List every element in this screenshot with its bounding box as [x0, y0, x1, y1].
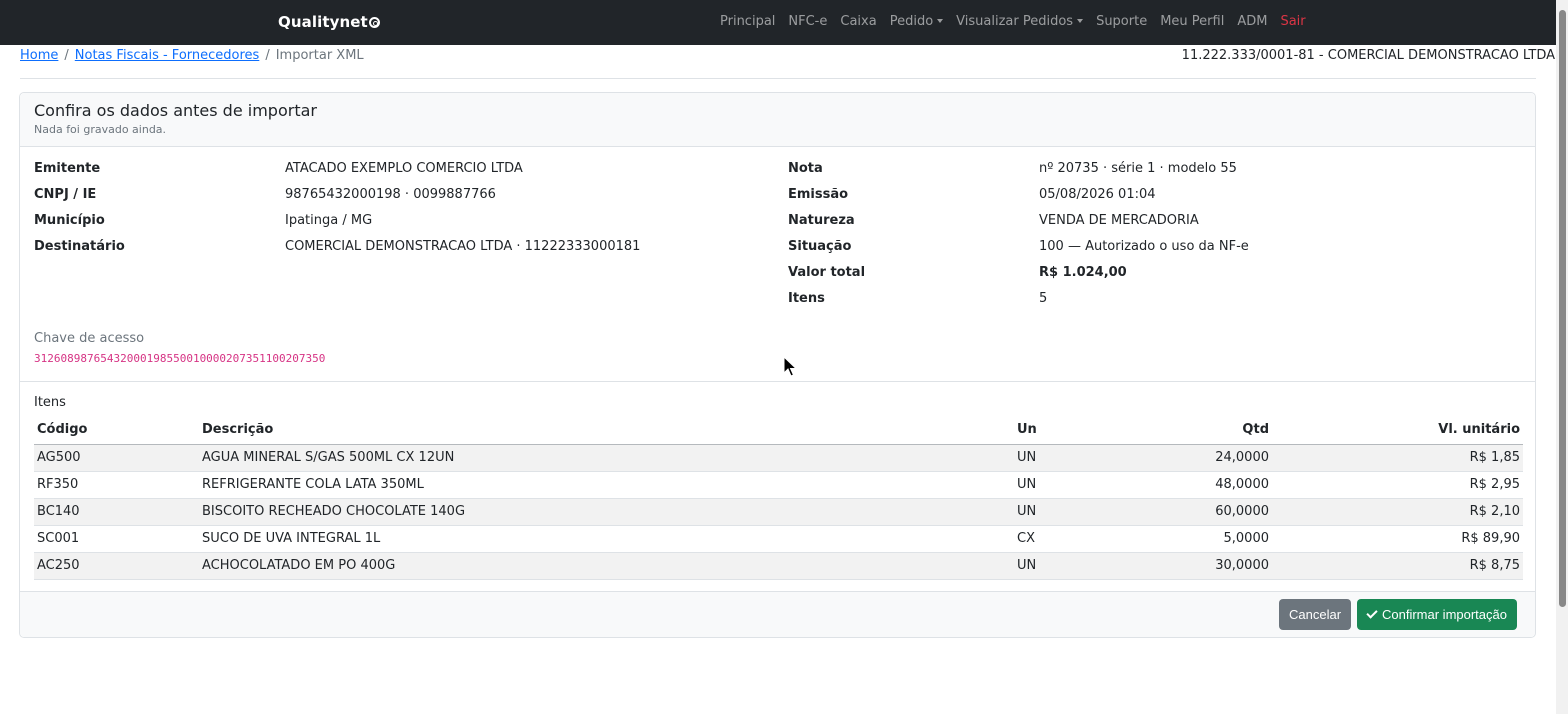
municipio-label: Município	[34, 213, 105, 228]
cell-descricao: ACHOCOLATADO EM PO 400G	[199, 552, 1014, 580]
nav-item-pedido-label: Pedido	[889, 14, 934, 29]
col-header-vl-unitario: Vl. unitário	[1272, 416, 1523, 445]
cnpj-value: 98765432000198 · 0099887766	[285, 187, 496, 202]
situacao-value: 100 — Autorizado o uso da NF-e	[1039, 239, 1249, 254]
cell-codigo: AG500	[34, 444, 199, 472]
cell-codigo: RF350	[34, 471, 199, 499]
breadcrumb: Home / Notas Fiscais - Fornecedores / Import…	[20, 48, 364, 63]
col-header-qtd: Qtd	[1164, 416, 1272, 445]
nota-value: nº 20735 · série 1 · modelo 55	[1039, 161, 1237, 176]
nav-item-caixa[interactable]: Caixa	[840, 14, 876, 29]
scrollbar-thumb[interactable]	[1559, 10, 1566, 607]
table-row: RF350 REFRIGERANTE COLA LATA 350ML UN 48…	[34, 471, 1523, 499]
cell-descricao: BISCOITO RECHEADO CHOCOLATE 140G	[199, 498, 1014, 526]
cell-descricao: AGUA MINERAL S/GAS 500ML CX 12UN	[199, 444, 1014, 472]
confirm-import-button[interactable]: Confirmar importação	[1357, 599, 1517, 630]
cell-vl-unitario: R$ 2,95	[1272, 471, 1523, 499]
municipio-value: Ipatinga / MG	[285, 213, 373, 228]
emissao-value: 05/08/2026 01:04	[1039, 187, 1156, 202]
cell-qtd: 30,0000	[1164, 552, 1272, 580]
cell-vl-unitario: R$ 1,85	[1272, 444, 1523, 472]
emissao-label: Emissão	[788, 187, 849, 202]
destinatario-label: Destinatário	[34, 239, 125, 254]
card-footer: Cancelar Confirmar importação	[20, 591, 1535, 637]
breadcrumb-separator: /	[265, 48, 270, 63]
natureza-label: Natureza	[788, 213, 855, 228]
itens-count-label: Itens	[788, 291, 825, 306]
confirm-import-label: Confirmar importação	[1382, 607, 1507, 622]
natureza-value: VENDA DE MERCADORIA	[1039, 213, 1199, 228]
table-row: BC140 BISCOITO RECHEADO CHOCOLATE 140G U…	[34, 498, 1523, 526]
cell-un: CX	[1014, 525, 1164, 553]
col-header-codigo: Código	[34, 416, 199, 445]
table-header-row: Código Descrição Un Qtd Vl. unitário	[34, 416, 1523, 445]
emitente-label: Emitente	[34, 161, 101, 176]
cell-codigo: BC140	[34, 498, 199, 526]
breadcrumb-home-link[interactable]: Home	[20, 48, 58, 63]
cell-qtd: 24,0000	[1164, 444, 1272, 472]
valor-total-label: Valor total	[788, 265, 866, 280]
breadcrumb-separator: /	[64, 48, 69, 63]
top-navbar: Qualitynet Principal NFC-e Caixa Pedido …	[0, 0, 1568, 45]
nav-item-adm[interactable]: ADM	[1237, 14, 1267, 29]
valor-total-value: R$ 1.024,00	[1039, 265, 1127, 280]
mouse-cursor-icon	[783, 355, 798, 377]
nav-item-sair[interactable]: Sair	[1280, 14, 1305, 29]
chevron-down-icon	[937, 19, 944, 23]
brand-name: Qualitynet	[278, 13, 368, 31]
items-section-title: Itens	[34, 395, 66, 410]
cell-descricao: REFRIGERANTE COLA LATA 350ML	[199, 471, 1014, 499]
col-header-un: Un	[1014, 416, 1164, 445]
itens-count-value: 5	[1039, 291, 1048, 306]
card-header: Confira os dados antes de importar Nada …	[20, 93, 1535, 147]
nav-item-pedido[interactable]: Pedido	[889, 14, 944, 29]
destinatario-value: COMERCIAL DEMONSTRACAO LTDA · 1122233300…	[285, 239, 641, 254]
brand-at-icon	[368, 17, 380, 28]
nav-item-nfce[interactable]: NFC-e	[788, 14, 827, 29]
cell-descricao: SUCO DE UVA INTEGRAL 1L	[199, 525, 1014, 553]
cancel-button[interactable]: Cancelar	[1279, 599, 1352, 630]
nav-item-principal[interactable]: Principal	[720, 14, 775, 29]
import-review-card: Confira os dados antes de importar Nada …	[19, 92, 1536, 638]
cell-qtd: 60,0000	[1164, 498, 1272, 526]
cell-un: UN	[1014, 444, 1164, 472]
cnpj-label: CNPJ / IE	[34, 187, 97, 202]
table-row: AG500 AGUA MINERAL S/GAS 500ML CX 12UN U…	[34, 444, 1523, 472]
nav-item-meu-perfil[interactable]: Meu Perfil	[1160, 14, 1224, 29]
breadcrumb-current: Importar XML	[275, 48, 364, 63]
items-table: Código Descrição Un Qtd Vl. unitário AG5…	[34, 416, 1523, 580]
divider	[20, 78, 1536, 79]
cell-un: UN	[1014, 471, 1164, 499]
nav-item-visualizar-pedidos-label: Visualizar Pedidos	[956, 14, 1074, 29]
chave-label: Chave de acesso	[34, 331, 145, 346]
table-row: SC001 SUCO DE UVA INTEGRAL 1L CX 5,0000 …	[34, 525, 1523, 553]
cell-un: UN	[1014, 552, 1164, 580]
table-row: AC250 ACHOCOLATADO EM PO 400G UN 30,0000…	[34, 552, 1523, 580]
card-subtitle: Nada foi gravado ainda.	[34, 123, 167, 136]
emitente-value: ATACADO EXEMPLO COMERCIO LTDA	[285, 161, 523, 176]
cell-qtd: 48,0000	[1164, 471, 1272, 499]
cell-vl-unitario: R$ 8,75	[1272, 552, 1523, 580]
cell-vl-unitario: R$ 89,90	[1272, 525, 1523, 553]
breadcrumb-notas-link[interactable]: Notas Fiscais - Fornecedores	[75, 48, 260, 63]
nav-item-visualizar-pedidos[interactable]: Visualizar Pedidos	[956, 14, 1084, 29]
cell-codigo: AC250	[34, 552, 199, 580]
cell-qtd: 5,0000	[1164, 525, 1272, 553]
brand-logo[interactable]: Qualitynet	[278, 13, 380, 31]
situacao-label: Situação	[788, 239, 852, 254]
check-icon	[1366, 607, 1378, 619]
page-scrollbar[interactable]	[1556, 0, 1568, 714]
section-divider	[20, 381, 1535, 382]
col-header-descricao: Descrição	[199, 416, 1014, 445]
cell-un: UN	[1014, 498, 1164, 526]
chevron-down-icon	[1077, 19, 1084, 23]
nota-label: Nota	[788, 161, 823, 176]
card-title: Confira os dados antes de importar	[34, 101, 317, 120]
nav-item-suporte[interactable]: Suporte	[1096, 14, 1147, 29]
cell-codigo: SC001	[34, 525, 199, 553]
nav-menu: Principal NFC-e Caixa Pedido Visualizar …	[720, 14, 1319, 29]
chave-value: 3126089876543200019855001000020735110020…	[34, 352, 326, 365]
cell-vl-unitario: R$ 2,10	[1272, 498, 1523, 526]
company-info: 11.222.333/0001-81 - COMERCIAL DEMONSTRA…	[1181, 48, 1555, 63]
